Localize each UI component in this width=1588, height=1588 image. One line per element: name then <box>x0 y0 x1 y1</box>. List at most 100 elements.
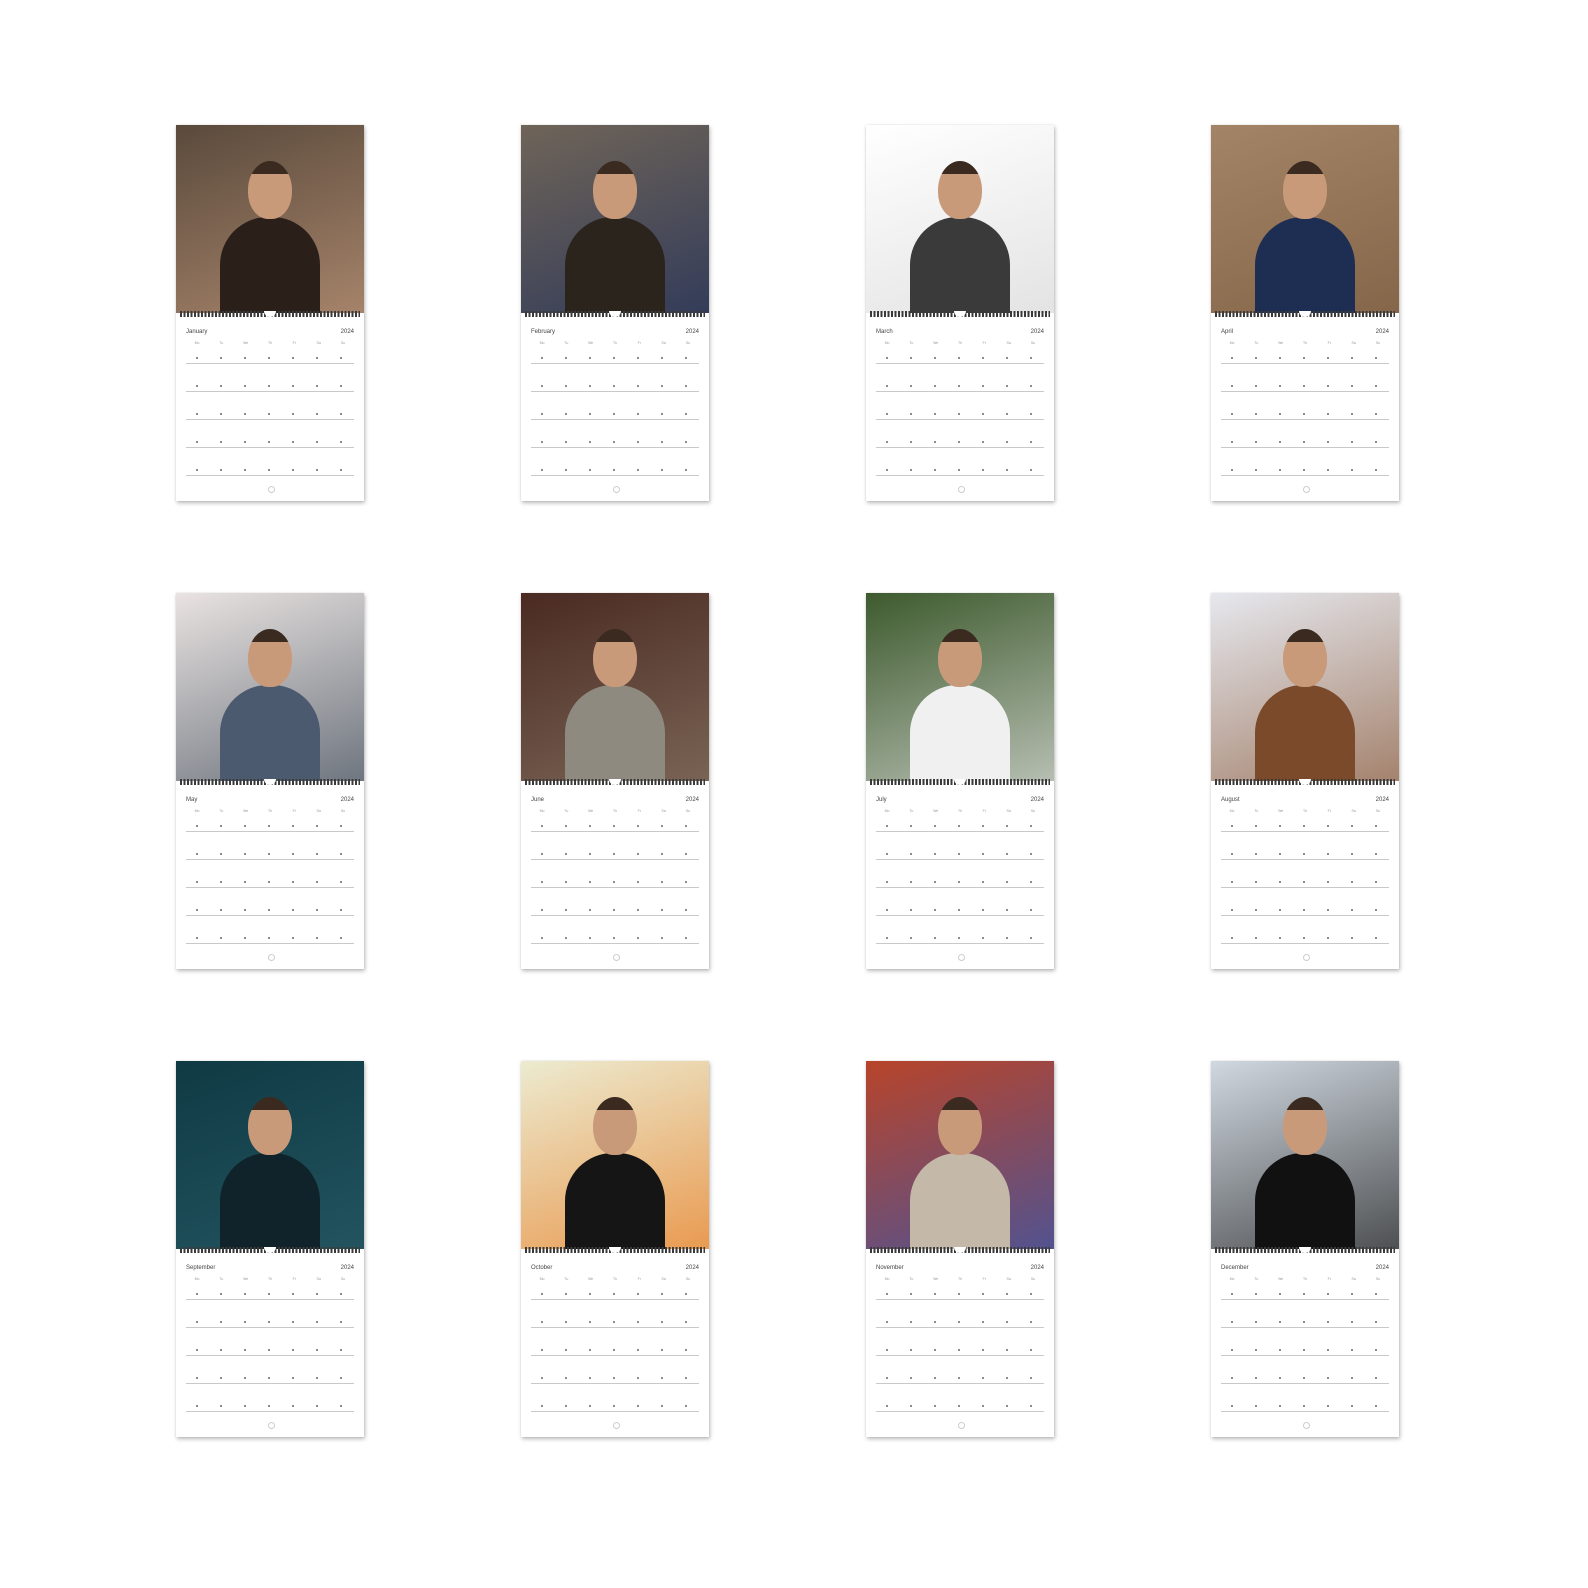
week-row <box>531 467 699 476</box>
weekday-label: Tu <box>564 341 569 345</box>
day-cell <box>685 853 687 855</box>
day-cell <box>316 937 318 939</box>
day-cell <box>1375 1349 1377 1351</box>
day-cell <box>340 469 342 471</box>
weekday-label: Tu <box>909 1277 914 1281</box>
day-cell <box>637 1321 639 1323</box>
day-cell <box>685 1349 687 1351</box>
month-grid: December 2024 Mo Tu We Th Fr Sa Su <box>1211 1257 1399 1437</box>
day-cell <box>220 1405 222 1407</box>
day-cell <box>613 413 615 415</box>
day-cell <box>1303 469 1305 471</box>
day-cell <box>613 441 615 443</box>
day-cell <box>982 413 984 415</box>
day-cell <box>637 413 639 415</box>
day-cell <box>613 357 615 359</box>
day-cell <box>1255 357 1257 359</box>
day-cell <box>220 937 222 939</box>
calendar-page-december: December 2024 Mo Tu We Th Fr Sa Su <box>1211 1061 1399 1437</box>
day-cell <box>541 909 543 911</box>
day-cell <box>541 413 543 415</box>
day-cell <box>1327 1377 1329 1379</box>
week-row <box>186 1347 354 1356</box>
footer-mark <box>612 954 620 961</box>
day-cell <box>910 1377 912 1379</box>
portrait-figure <box>220 685 320 781</box>
day-cell <box>1279 385 1281 387</box>
weekday-header: Mo Tu We Th Fr Sa Su <box>876 809 1044 813</box>
day-cell <box>268 1321 270 1323</box>
day-cell <box>340 1377 342 1379</box>
day-cell <box>934 853 936 855</box>
day-cell <box>685 385 687 387</box>
day-cell <box>268 1349 270 1351</box>
day-cell <box>244 1349 246 1351</box>
day-cell <box>244 909 246 911</box>
day-cell <box>1279 1377 1281 1379</box>
weekday-header: Mo Tu We Th Fr Sa Su <box>1221 809 1389 813</box>
day-cell <box>886 1405 888 1407</box>
footer-mark <box>1302 486 1310 493</box>
weekday-label: Mo <box>884 341 890 345</box>
day-cell <box>982 1405 984 1407</box>
month-photo <box>521 593 709 781</box>
day-cell <box>910 853 912 855</box>
weekday-label: We <box>933 341 939 345</box>
year-label: 2024 <box>685 1265 699 1271</box>
day-cell <box>982 469 984 471</box>
day-cell <box>1351 469 1353 471</box>
month-label: April <box>1221 329 1234 335</box>
month-grid: June 2024 Mo Tu We Th Fr Sa Su <box>521 789 709 969</box>
weekday-header: Mo Tu We Th Fr Sa Su <box>186 809 354 813</box>
day-cell <box>268 881 270 883</box>
day-cell <box>340 853 342 855</box>
day-cell <box>220 1377 222 1379</box>
day-cell <box>637 1293 639 1295</box>
portrait-figure <box>1255 217 1355 313</box>
week-row <box>186 907 354 916</box>
day-cell <box>661 1405 663 1407</box>
day-cell <box>292 1377 294 1379</box>
day-cell <box>958 385 960 387</box>
day-cell <box>316 1293 318 1295</box>
day-cell <box>910 909 912 911</box>
day-cell <box>292 1293 294 1295</box>
day-cell <box>886 1377 888 1379</box>
day-cell <box>1303 1321 1305 1323</box>
day-cell <box>1279 937 1281 939</box>
day-cell <box>565 1321 567 1323</box>
day-cell <box>541 825 543 827</box>
day-cell <box>340 357 342 359</box>
portrait-figure <box>565 1153 665 1249</box>
day-cell <box>934 881 936 883</box>
calendar-page-march: March 2024 Mo Tu We Th Fr Sa Su <box>866 125 1054 501</box>
day-cell <box>196 1293 198 1295</box>
day-cell <box>958 469 960 471</box>
day-cell <box>934 385 936 387</box>
weekday-label: Th <box>612 809 618 813</box>
day-cell <box>934 413 936 415</box>
day-cell <box>982 357 984 359</box>
day-cell <box>292 881 294 883</box>
week-row <box>531 823 699 832</box>
weekday-label: Su <box>1030 341 1036 345</box>
week-row <box>531 935 699 944</box>
day-cell <box>982 881 984 883</box>
day-cell <box>1006 469 1008 471</box>
month-photo <box>176 593 364 781</box>
weekday-label: Tu <box>219 1277 224 1281</box>
day-cell <box>1327 937 1329 939</box>
day-cell <box>220 909 222 911</box>
day-cell <box>1006 1349 1008 1351</box>
weekday-label: Su <box>685 341 691 345</box>
day-cell <box>1255 1321 1257 1323</box>
day-cell <box>1231 1321 1233 1323</box>
day-cell <box>661 1349 663 1351</box>
year-label: 2024 <box>340 1265 354 1271</box>
month-label: July <box>876 797 887 803</box>
day-cell <box>1255 881 1257 883</box>
weekday-label: Sa <box>1351 341 1356 345</box>
day-cell <box>1255 1293 1257 1295</box>
month-grid: October 2024 Mo Tu We Th Fr Sa Su <box>521 1257 709 1437</box>
month-grid: May 2024 Mo Tu We Th Fr Sa Su <box>176 789 364 969</box>
